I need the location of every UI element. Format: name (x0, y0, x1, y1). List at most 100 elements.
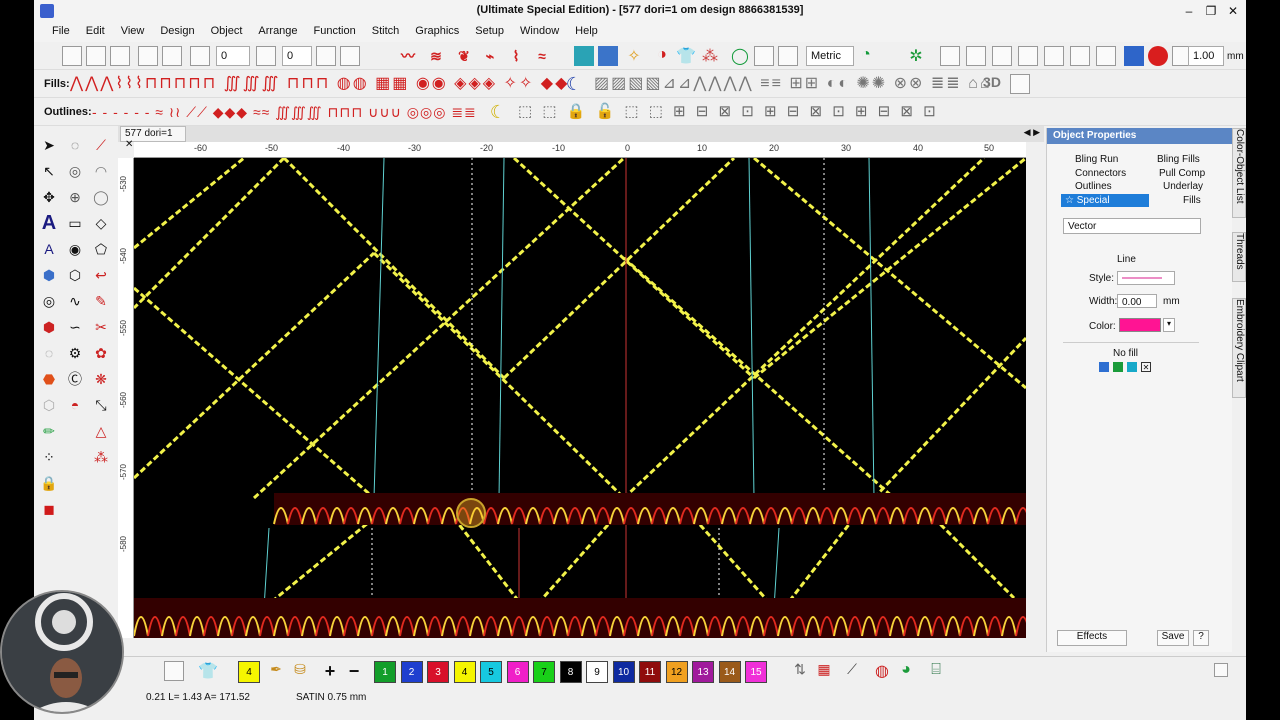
palette-swatch-11[interactable]: 11 (639, 661, 661, 683)
mirror-icon[interactable] (316, 46, 336, 66)
pan-icon[interactable]: ✥ (38, 186, 60, 208)
save-button[interactable]: Save (1157, 630, 1189, 646)
tab-nav-icon[interactable]: ◀ ▶ (1024, 127, 1040, 138)
menu-setup[interactable]: Setup (467, 22, 512, 42)
remove-color-icon[interactable]: − (344, 661, 364, 681)
scale-icon[interactable] (86, 46, 106, 66)
stitch-player-icon[interactable]: ✲ (906, 46, 926, 66)
garment-icon[interactable]: 👕 (198, 661, 218, 681)
wave-tool-icon[interactable]: ∽ (64, 316, 86, 338)
close-tab-icon[interactable]: ✕ (125, 139, 133, 150)
applique-icon[interactable]: ◑ (652, 46, 672, 66)
mirror-v-icon[interactable] (340, 46, 360, 66)
fill-gradient-icon[interactable] (1127, 362, 1137, 372)
pattern-stitch-icon[interactable]: ≈ (532, 46, 552, 66)
palette-swatch-4[interactable]: 4 (453, 661, 476, 683)
hexagon-red-icon[interactable]: ⬢ (38, 316, 60, 338)
shirt-icon[interactable]: 👕 (676, 46, 696, 66)
menu-help[interactable]: Help (567, 22, 606, 42)
add-color-icon[interactable]: + (320, 661, 340, 681)
side-tab-color-object-list[interactable]: Color-Object List (1232, 128, 1246, 218)
fill-color-swatch-icon[interactable] (1099, 362, 1109, 372)
arrange-tools-strip[interactable]: ⬚ ⬚ 🔒 🔓 ⬚ ⬚ ⊞ ⊟ ⊠ ⊡ ⊞ ⊟ ⊠ ⊡ ⊞ ⊟ ⊠ ⊡ (518, 102, 1018, 122)
menu-window[interactable]: Window (512, 22, 567, 42)
tab-connectors[interactable]: Connectors (1075, 168, 1126, 179)
line-style-select[interactable] (1117, 271, 1175, 285)
pencil-tool-icon[interactable]: ✏ (38, 420, 60, 442)
outline-color-icon[interactable] (1148, 46, 1168, 66)
palette-swatch-2[interactable]: 2 (400, 661, 423, 683)
node-tool-icon[interactable]: ◌ (64, 134, 86, 156)
palette-sort-icon[interactable]: ⇅ (790, 661, 810, 681)
move-icon[interactable] (62, 46, 82, 66)
thread-balls-icon[interactable]: ⁂ (700, 46, 720, 66)
text-tool-icon[interactable]: A (38, 212, 60, 234)
emboss-icon[interactable] (1010, 74, 1030, 94)
image-icon[interactable] (574, 46, 594, 66)
line-width-field[interactable]: 1.00 (1188, 46, 1224, 66)
tab-bling-run[interactable]: Bling Run (1075, 154, 1118, 165)
slant-field[interactable]: 0 (282, 46, 312, 66)
vertical-scrollbar[interactable] (1026, 142, 1044, 638)
menu-view[interactable]: View (113, 22, 153, 42)
fill-color-icon[interactable] (1124, 46, 1144, 66)
shape-subtract-icon[interactable] (1018, 46, 1038, 66)
gear-tool-icon[interactable]: ⚙ (64, 342, 86, 364)
shape-square-icon[interactable] (940, 46, 960, 66)
mushroom-icon[interactable]: ◓ (64, 394, 86, 416)
knife-tool-icon[interactable]: ⟋ (90, 134, 112, 156)
tatami-icon[interactable]: ⌁ (480, 46, 500, 66)
fill-effects-strip[interactable]: ▨▨▧▧⊿⊿⋀⋀⋀⋀ ≡≡ ⊞⊞ ◐◐ ✺✺ ⊗⊗ ≣≣ ⌂⌂ (594, 74, 1014, 94)
color-swatch-button[interactable] (1119, 318, 1161, 332)
palette-swatch-8[interactable]: 8 (559, 661, 582, 683)
fill-patterns-strip[interactable]: ⋀⋀⋀⌇⌇⌇⊓⊓⊓⊓⊓ ∭∭∭ ⊓⊓⊓ ◍◍ ▦▦ ◉◉ ◈◈◈ ✧✧ ◆◆ ✕… (70, 74, 580, 94)
color-dropdown-icon[interactable]: ▾ (1163, 318, 1175, 332)
palette-grid-icon[interactable] (164, 661, 184, 681)
measure-icon[interactable]: ◔ (856, 46, 876, 66)
crescent-icon[interactable]: ☾ (564, 74, 584, 94)
hex-orange-icon[interactable]: ⬣ (38, 368, 60, 390)
width-field[interactable]: 0.00 (1117, 294, 1157, 308)
grid-fine-icon[interactable] (778, 46, 798, 66)
hoop-icon[interactable]: ◯ (730, 46, 750, 66)
rotate-field[interactable]: 0 (216, 46, 250, 66)
rotate-ccw-icon[interactable] (190, 46, 210, 66)
leaf-icon[interactable]: ❦ (454, 46, 474, 66)
shape-exclude-icon[interactable] (1044, 46, 1064, 66)
menu-object[interactable]: Object (203, 22, 251, 42)
running-stitch-icon[interactable]: ⌇ (506, 46, 526, 66)
menu-edit[interactable]: Edit (78, 22, 113, 42)
select-arrow-icon[interactable]: ➤ (38, 134, 60, 156)
shape-divide-icon[interactable] (1070, 46, 1090, 66)
shape-trim-icon[interactable] (1096, 46, 1116, 66)
threed-icon[interactable]: 3D (980, 74, 1004, 94)
outline-patterns-strip[interactable]: - - - - - - ≈ ≀≀ ⟋⟋ ◆◆◆ ≈≈ ∭∭∭ ⊓⊓⊓ ∪∪∪ ◎… (92, 102, 512, 122)
document-tab[interactable]: 577 dori=1 ✕ (120, 126, 186, 150)
object-type-select[interactable]: Vector (1063, 218, 1201, 234)
menu-graphics[interactable]: Graphics (407, 22, 467, 42)
target-icon[interactable]: ◎ (38, 290, 60, 312)
units-select[interactable]: Metric (806, 46, 854, 66)
spiral-icon[interactable]: ◎ (64, 160, 86, 182)
fill-stitch-icon[interactable]: ≋ (426, 46, 446, 66)
palette-swatch-1[interactable]: 1 (374, 661, 396, 683)
shape-intersect-icon[interactable] (992, 46, 1012, 66)
palette-swatch-14[interactable]: 14 (718, 661, 741, 683)
side-tab-threads[interactable]: Threads (1232, 232, 1246, 282)
palette-swatch-5[interactable]: 5 (480, 661, 502, 683)
zoom-icon[interactable]: ⊕ (64, 186, 86, 208)
bezier-tool-icon[interactable]: ∿ (64, 290, 86, 312)
satin-stitch-icon[interactable]: 〰 (398, 46, 418, 66)
palette-swatch-7[interactable]: 7 (533, 661, 555, 683)
palette-swatch-15[interactable]: 15 (745, 661, 767, 683)
slant-icon[interactable] (256, 46, 276, 66)
wheel-tool-icon[interactable]: ❋ (90, 368, 112, 390)
flower-tool-icon[interactable]: ✿ (90, 342, 112, 364)
crescent-outline-icon[interactable]: ☾ (488, 102, 508, 122)
fill-pattern-icon[interactable] (1113, 362, 1123, 372)
palette-swatch-9[interactable]: 9 (586, 661, 608, 683)
reshape-icon[interactable]: ↖ (38, 160, 60, 182)
badge-icon[interactable]: ⬢ (38, 264, 60, 286)
design-canvas[interactable] (134, 158, 1026, 638)
monogram-icon[interactable]: A (38, 238, 60, 260)
